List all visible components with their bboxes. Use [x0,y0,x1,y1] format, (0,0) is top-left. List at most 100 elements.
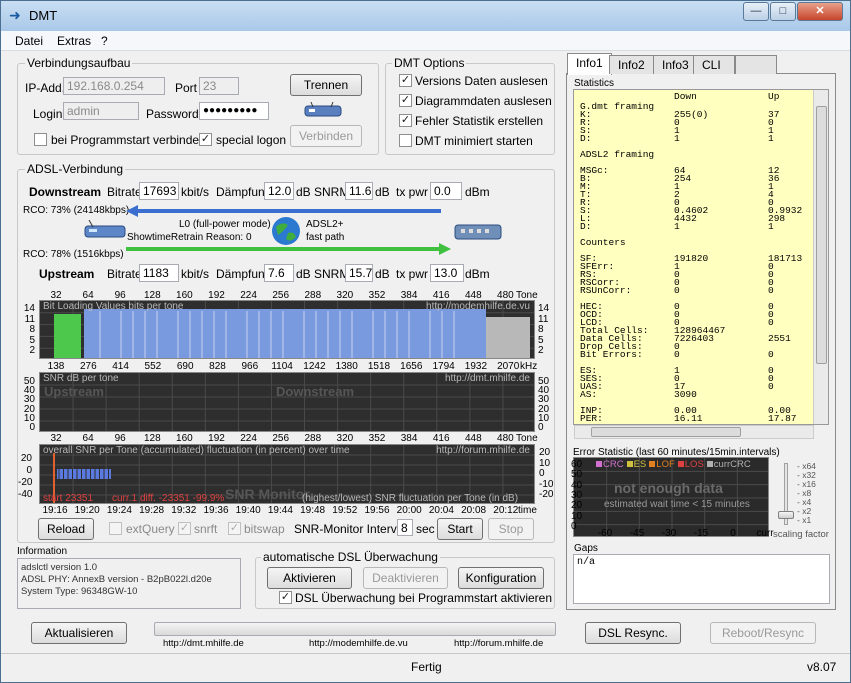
tone-unit-label-2: Tone [516,433,538,444]
dsl-resync-button[interactable]: DSL Resync. [585,622,681,644]
bitloading-caption: Bit Loading Values bits per tone [43,301,184,312]
verbinden-button[interactable]: Verbinden [290,125,362,147]
tab-info2[interactable]: Info2 [609,55,654,74]
down-txpwr-field[interactable]: 0.0 [430,182,462,200]
trennen-button[interactable]: Trennen [290,74,362,96]
tone-tick: 96 [114,433,126,444]
konfiguration-button[interactable]: Konfiguration [458,567,544,589]
login-field[interactable]: admin [63,102,139,120]
down-bitrate-field[interactable]: 17693 [139,182,179,200]
monitor-y-tick: -20 [18,477,33,488]
menu-bar: Datei Extras ? [1,31,850,51]
deaktivieren-button[interactable]: Deaktivieren [363,567,448,589]
snr-downstream-label: Downstream [276,384,355,399]
ip-field[interactable]: 192.168.0.254 [63,77,165,95]
option-label-1: Versions Daten auslesen [415,74,548,88]
khz-tick: 552 [144,361,162,372]
scaling-slider[interactable]: - x64- x32- x16- x8- x4- x2- x1 [775,459,833,529]
monitor-y-tick: -10 [539,478,554,490]
tone-tick: 448 [464,433,482,444]
upstream-bits [54,314,81,358]
menu-extras[interactable]: Extras [57,34,91,48]
time-tick: 19:24 [106,505,132,516]
khz-tick: 414 [112,361,129,372]
up-bitrate-field[interactable]: 1183 [139,264,179,282]
up-snrm-field[interactable]: 15.7 [345,264,373,282]
monitor-y-tick: -40 [18,489,33,500]
tone-tick: 32 [50,433,62,444]
down-snrm-field[interactable]: 11.6 [345,182,373,200]
port-field[interactable]: 23 [199,77,239,95]
link-modemhilfe[interactable]: http://modemhilfe.de.vu [309,638,408,649]
link-dmt[interactable]: http://dmt.mhilfe.de [163,638,244,649]
close-button[interactable]: ✕ [797,2,843,21]
errstat-x-tick: -45 [629,528,645,539]
time-tick: 19:44 [267,505,293,516]
monitor-y-tick: 0 [539,468,545,479]
snr-y-tick: 0 [29,422,35,433]
stats-head-down: Down [674,91,697,102]
up-daempf-field[interactable]: 7.6 [264,264,294,282]
menu-datei[interactable]: Datei [15,34,43,48]
aktualisieren-button[interactable]: Aktualisieren [31,622,127,644]
special-logon-checkbox[interactable]: ✓ [199,133,212,146]
port-label: Port [175,81,198,95]
tone-tick: 224 [240,433,257,444]
option-checkbox-2[interactable]: ✓ [399,94,412,107]
auto-startup-checkbox[interactable]: ✓ [279,591,292,604]
khz-tick: 1656 [400,361,423,372]
errstat-x-tick: -30 [661,528,677,539]
slider-thumb[interactable] [778,511,794,519]
legend-currcrc: currCRC [706,459,751,470]
password-field[interactable]: ●●●●●●●●● [199,102,269,120]
bitloading-y-tick: 8 [538,324,544,335]
bitloading-y-tick: 14 [23,303,35,314]
snr-url: http://dmt.mhilfe.de [444,373,530,384]
errstat-wait: estimated wait time < 15 minutes [604,499,750,510]
monitor-curr: curr.1 [112,493,138,504]
option-checkbox-4[interactable] [399,134,412,147]
bitloading-url: http://modemhilfe.de.vu [426,301,530,312]
time-tick: 20:08 [461,505,487,516]
khz-tick: 690 [176,361,194,372]
stats-vscroll[interactable] [813,90,828,424]
up-bitrate-label: Bitrate [107,267,142,281]
error-stat-chart: CRC ES LOF LOS currCRC not enough data estim… [573,457,769,537]
status-bar: Fertig v8.07 [1,653,850,682]
stats-vscroll-thumb[interactable] [816,106,827,364]
reboot-resync-button[interactable]: Reboot/Resync [710,622,816,644]
aktivieren-button[interactable]: Aktivieren [267,567,352,589]
khz-tick: 138 [47,361,65,372]
down-txpwr-label: tx pwr [396,185,429,199]
autoconnect-checkbox[interactable] [34,133,47,146]
up-txpwr-field[interactable]: 13.0 [430,264,464,282]
tab-cli[interactable]: CLI [693,55,735,74]
stats-hscroll-thumb[interactable] [591,427,741,437]
stats-hscroll[interactable] [574,425,814,439]
bitloading-y-tick: 2 [29,345,35,356]
stat-up: 1 [768,221,774,232]
stat-label: D: [580,221,592,232]
gaps-box[interactable]: n/a [573,554,830,604]
option-checkbox-1[interactable]: ✓ [399,74,412,87]
legend-es: ES [626,459,646,470]
tab-info1[interactable]: Info1 [567,53,612,75]
option-checkbox-3[interactable]: ✓ [399,114,412,127]
khz-tick: 1518 [367,361,391,372]
monitor-y-tick: 10 [539,457,551,469]
time-tick: 20:04 [428,505,454,516]
down-daempf-field[interactable]: 12.0 [264,182,294,200]
minimize-button[interactable]: — [743,2,769,21]
window-title: DMT [29,8,58,23]
stat-label: D: [580,133,592,144]
time-tick: 19:40 [235,505,261,516]
errstat-y-tick: 10 [571,510,583,522]
maximize-button[interactable]: □ [770,2,796,21]
errstat-y-tick: 40 [571,479,583,491]
link-forum[interactable]: http://forum.mhilfe.de [454,638,543,649]
errstat-x-tick: -15 [693,528,709,539]
errstat-legend: CRC ES LOF LOS currCRC [596,459,754,470]
tab-info3[interactable]: Info3 [653,55,698,74]
time-tick: 19:20 [74,505,100,516]
menu-help[interactable]: ? [101,34,108,48]
